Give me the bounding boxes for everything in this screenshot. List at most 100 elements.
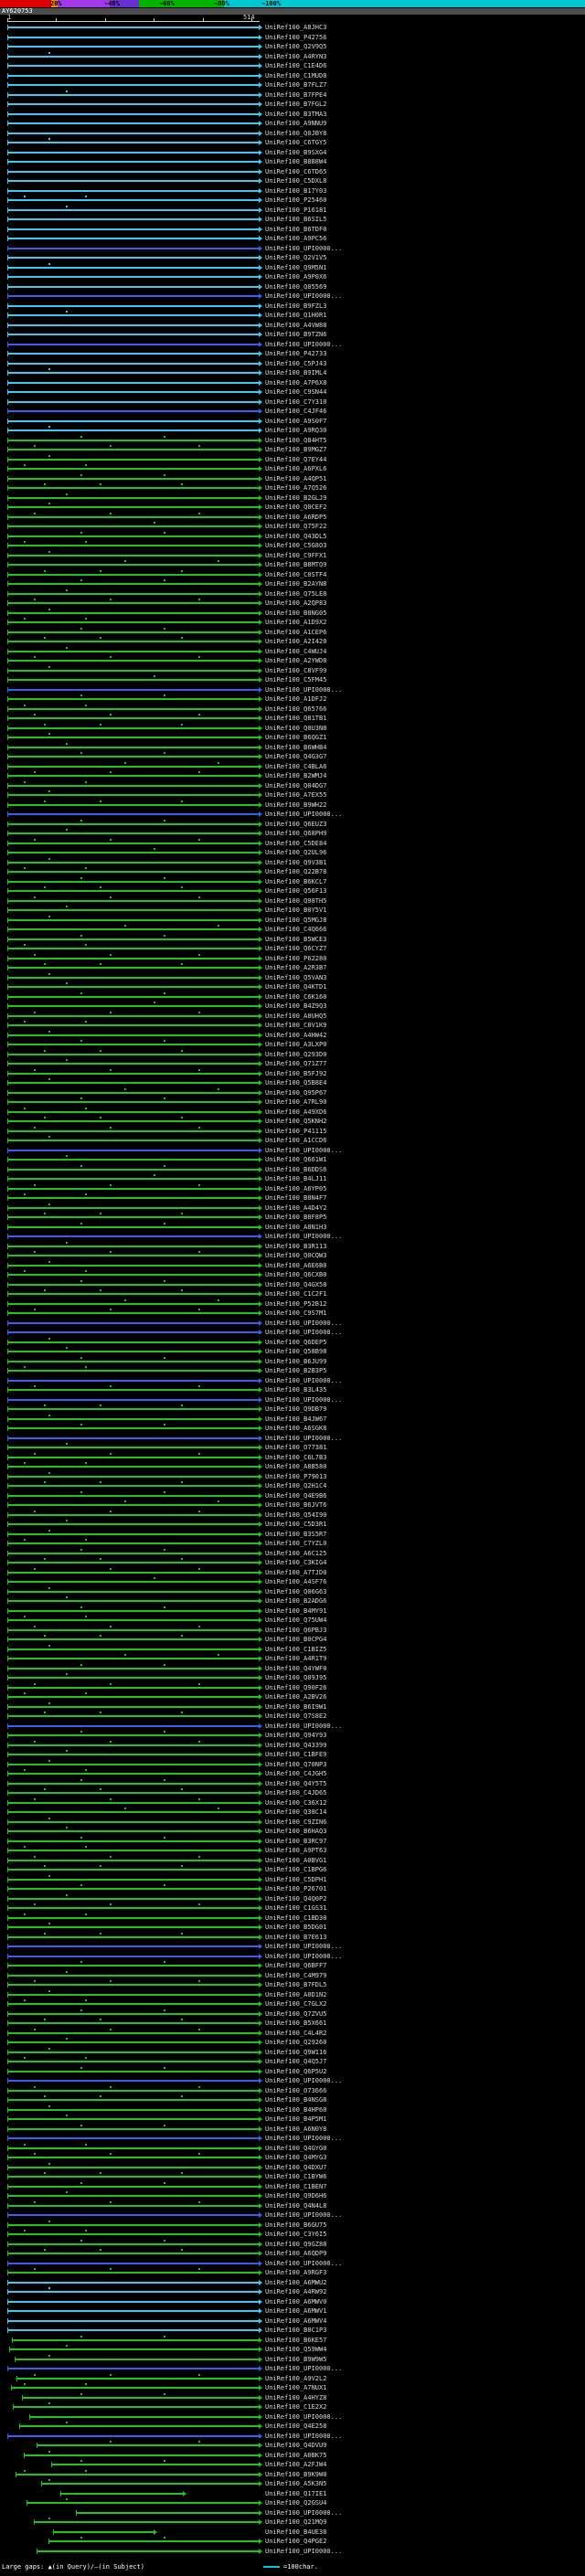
hit-label[interactable]: UniRef100_UPI0000... (265, 292, 342, 301)
hit-label[interactable]: UniRef100_P25460 (265, 196, 326, 205)
hit-label[interactable]: UniRef100_A4SF76 (265, 1578, 326, 1586)
alignment-row[interactable]: UniRef100_A9RQ30 (0, 426, 585, 436)
hit-bar[interactable] (7, 1330, 262, 1335)
alignment-row[interactable]: UniRef100_C4Q666 (0, 925, 585, 935)
hit-bar[interactable] (7, 972, 262, 981)
hit-bar[interactable] (7, 1788, 262, 1796)
alignment-row[interactable]: UniRef100_C9SN44 (0, 387, 585, 398)
alignment-row[interactable]: UniRef100_B3RC97 (0, 1836, 585, 1847)
alignment-row[interactable]: UniRef100_Q9M5N1 (0, 262, 585, 273)
hit-label[interactable]: UniRef100_B4P5M1 (265, 2115, 326, 2124)
hit-label[interactable]: UniRef100_B9W9W5 (265, 2356, 326, 2364)
alignment-row[interactable]: UniRef100_B9WH22 (0, 800, 585, 811)
alignment-row[interactable]: UniRef100_A6SGK8 (0, 1424, 585, 1434)
hit-label[interactable]: UniRef100_A7TJD0 (265, 1569, 326, 1577)
hit-bar[interactable] (7, 1884, 262, 1892)
hit-bar[interactable] (7, 82, 262, 88)
hit-label[interactable]: UniRef100_C3Y6I5 (265, 2231, 326, 2239)
hit-bar[interactable] (7, 1970, 262, 1978)
alignment-row[interactable]: UniRef100_Q293D0 (0, 1049, 585, 1060)
hit-label[interactable]: UniRef100_B2WMJ4 (265, 772, 326, 780)
alignment-row[interactable]: UniRef100_A1CEP6 (0, 627, 585, 638)
hit-label[interactable]: UniRef100_Q17IE1 (265, 2490, 326, 2498)
alignment-row[interactable]: UniRef100_A9RGF3 (0, 2268, 585, 2278)
hit-bar[interactable] (7, 811, 262, 817)
alignment-row[interactable]: UniRef100_P26701 (0, 1884, 585, 1894)
hit-bar[interactable] (7, 906, 262, 913)
alignment-row[interactable]: UniRef100_Q05569 (0, 282, 585, 292)
hit-label[interactable]: UniRef100_B5DG01 (265, 1924, 326, 1932)
hit-label[interactable]: UniRef100_A8N1H3 (265, 1224, 326, 1232)
hit-bar[interactable] (7, 1320, 262, 1326)
alignment-row[interactable]: UniRef100_C1BPG6 (0, 1865, 585, 1875)
alignment-row[interactable]: UniRef100_A2BV26 (0, 1692, 585, 1702)
hit-label[interactable]: UniRef100_A9PC56 (265, 235, 326, 243)
hit-label[interactable]: UniRef100_UPI0000... (265, 1233, 342, 1241)
hit-label[interactable]: UniRef100_C1E4D6 (265, 62, 326, 70)
alignment-row[interactable]: UniRef100_Q4GX58 (0, 1279, 585, 1290)
alignment-row[interactable]: UniRef100_Q2V9Q5 (0, 42, 585, 52)
alignment-row[interactable]: UniRef100_C6TGY5 (0, 138, 585, 148)
alignment-row[interactable]: UniRef100_UPI0000... (0, 1232, 585, 1242)
hit-label[interactable]: UniRef100_O73666 (265, 2087, 326, 2095)
hit-bar[interactable] (7, 2200, 262, 2209)
alignment-row[interactable]: UniRef100_A4SF76 (0, 1577, 585, 1587)
alignment-row[interactable]: UniRef100_B8C1P3 (0, 2326, 585, 2336)
hit-label[interactable]: UniRef100_Q6BFF7 (265, 1962, 326, 1970)
hit-bar[interactable] (7, 205, 262, 213)
hit-bar[interactable] (28, 2413, 262, 2420)
alignment-row[interactable]: UniRef100_UPI0000... (0, 244, 585, 254)
alignment-row[interactable]: UniRef100_C7YZL0 (0, 1539, 585, 1549)
hit-label[interactable]: UniRef100_A7Q526 (265, 484, 326, 493)
hit-bar[interactable] (7, 159, 262, 164)
hit-bar[interactable] (7, 1923, 262, 1930)
hit-bar[interactable] (7, 1759, 262, 1767)
alignment-row[interactable]: UniRef100_A4HW42 (0, 1030, 585, 1041)
hit-bar[interactable] (7, 2191, 262, 2199)
alignment-row[interactable]: UniRef100_A7TJD0 (0, 1567, 585, 1578)
hit-bar[interactable] (7, 360, 262, 366)
hit-bar[interactable] (7, 1625, 262, 1633)
alignment-row[interactable]: UniRef100_A0BK75 (0, 2450, 585, 2461)
hit-bar[interactable] (7, 283, 262, 290)
alignment-row[interactable]: UniRef100_Q9GZ88 (0, 2239, 585, 2250)
alignment-row[interactable]: UniRef100_UPI0000... (0, 2259, 585, 2269)
alignment-row[interactable]: UniRef100_Q4N4L8 (0, 2200, 585, 2211)
alignment-row[interactable]: UniRef100_Q29260 (0, 2038, 585, 2048)
hit-label[interactable]: UniRef100_B7FPE4 (265, 91, 326, 100)
alignment-row[interactable]: UniRef100_B5X661 (0, 2019, 585, 2029)
alignment-row[interactable]: UniRef100_A4HYZ8 (0, 2392, 585, 2403)
alignment-row[interactable]: UniRef100_C4L4R2 (0, 2028, 585, 2039)
hit-label[interactable]: UniRef100_Q661W1 (265, 1156, 326, 1164)
hit-label[interactable]: UniRef100_A2QP83 (265, 599, 326, 608)
hit-bar[interactable] (7, 1723, 262, 1729)
hit-label[interactable]: UniRef100_A6YP05 (265, 1185, 326, 1193)
hit-bar[interactable] (7, 886, 262, 894)
alignment-row[interactable]: UniRef100_P16181 (0, 205, 585, 216)
hit-label[interactable]: UniRef100_B9TZN6 (265, 331, 326, 339)
hit-bar[interactable] (7, 2038, 262, 2045)
hit-label[interactable]: UniRef100_C5G8O3 (265, 542, 326, 550)
alignment-row[interactable]: UniRef100_Q06G63 (0, 1586, 585, 1597)
alignment-row[interactable]: UniRef100_UPI0000... (0, 2076, 585, 2086)
hit-label[interactable]: UniRef100_Q21MQ9 (265, 2518, 326, 2527)
alignment-row[interactable]: UniRef100_A6C125 (0, 1548, 585, 1559)
hit-label[interactable]: UniRef100_Q7S8E2 (265, 1712, 326, 1721)
alignment-row[interactable]: UniRef100_Q4GYG0 (0, 2143, 585, 2154)
hit-label[interactable]: UniRef100_UPI0000... (265, 2413, 342, 2422)
hit-bar[interactable] (7, 1701, 262, 1710)
hit-bar[interactable] (7, 351, 262, 356)
alignment-row[interactable]: UniRef100_B2B3P5 (0, 1366, 585, 1376)
hit-label[interactable]: UniRef100_Q4PGE2 (265, 2538, 326, 2546)
alignment-row[interactable]: UniRef100_B6I9W1 (0, 1701, 585, 1712)
alignment-row[interactable]: UniRef100_Q0U3N8 (0, 723, 585, 734)
hit-label[interactable]: UniRef100_C3KIG4 (265, 1559, 326, 1567)
alignment-row[interactable]: UniRef100_C6L7B3 (0, 1452, 585, 1463)
hit-bar[interactable] (7, 1147, 262, 1153)
alignment-row[interactable]: UniRef100_UPI0000... (0, 2508, 585, 2518)
hit-label[interactable]: UniRef100_UPI0000... (265, 2260, 342, 2268)
hit-label[interactable]: UniRef100_B0CPG4 (265, 1636, 326, 1644)
hit-bar[interactable] (7, 1068, 262, 1076)
hit-label[interactable]: UniRef100_B8MTQ9 (265, 561, 326, 569)
hit-label[interactable]: UniRef100_Q38C14 (265, 1808, 326, 1817)
